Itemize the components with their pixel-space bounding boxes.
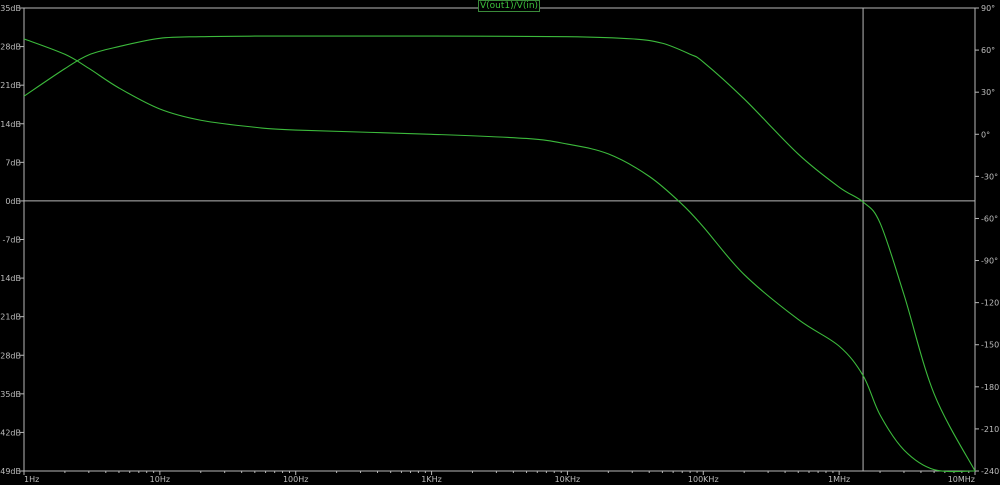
y-left-tick-label: -14dB — [0, 274, 21, 283]
y-right-tick-label: -60° — [981, 214, 998, 223]
y-left-tick-label: -28dB — [0, 351, 21, 360]
y-left-tick-label: 0dB — [5, 197, 21, 206]
phase-trace[interactable] — [23, 38, 976, 473]
magnitude-trace[interactable] — [23, 35, 976, 472]
y-right-tick-label: -210° — [981, 425, 1000, 434]
plot-frame — [23, 7, 976, 472]
y-right-tick-label: -90° — [981, 257, 998, 266]
y-left-tick-label: -42dB — [0, 428, 21, 437]
y-left-tick-label: 28dB — [0, 43, 21, 52]
trace-legend-label[interactable]: V(out1)/V(in) — [478, 0, 541, 12]
x-tick-label: 100KHz — [688, 475, 719, 484]
y-left-tick-label: 35dB — [0, 4, 21, 13]
y-right-tick-label: -30° — [981, 172, 998, 181]
x-tick-label: 10Hz — [150, 475, 170, 484]
y-left-tick-label: 21dB — [0, 81, 21, 90]
y-right-tick-label: -180° — [981, 383, 1000, 392]
y-left-tick-label: 7dB — [5, 158, 21, 167]
bode-plot[interactable]: 1Hz 10Hz 100Hz 1KHz 10KHz 100KHz 1MHz 10MHz 35dB… — [0, 0, 1000, 485]
x-tick-label: 1KHz — [421, 475, 442, 484]
x-tick-label: 10KHz — [555, 475, 581, 484]
x-tick-label: 1Hz — [24, 475, 39, 484]
y-left-tick-label: -35dB — [0, 390, 21, 399]
y-right-tick-label: -240° — [981, 467, 1000, 476]
plot-canvas[interactable]: 1Hz 10Hz 100Hz 1KHz 10KHz 100KHz 1MHz 10MHz 35dB… — [0, 0, 1000, 485]
y-right-tick-label: 60° — [981, 46, 995, 55]
y-right-tick-label: 90° — [981, 4, 995, 13]
y-left-tick-label: -49dB — [0, 467, 21, 476]
x-tick-label: 1MHz — [828, 475, 850, 484]
y-right-tick-label: -150° — [981, 341, 1000, 350]
y-right-tick-label: -120° — [981, 299, 1000, 308]
x-tick-label: 100Hz — [283, 475, 308, 484]
y-right-tick-label: 30° — [981, 88, 995, 97]
y-left-tick-label: 14dB — [0, 120, 21, 129]
x-tick-label: 10MHz — [948, 475, 975, 484]
y-left-tick-label: -21dB — [0, 313, 21, 322]
y-right-tick-label: 0° — [981, 130, 990, 139]
y-left-tick-label: -7dB — [2, 236, 21, 245]
